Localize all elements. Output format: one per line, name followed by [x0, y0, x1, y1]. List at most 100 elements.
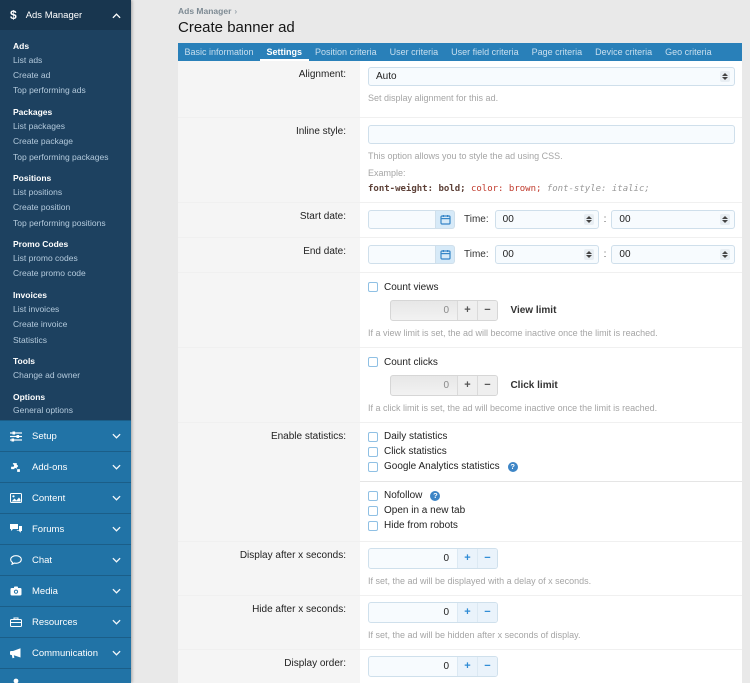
settings-form: Alignment: Auto Set display alignment fo…	[178, 61, 742, 683]
sidebar-item-list-positions[interactable]: List positions	[13, 184, 118, 199]
click-limit-decrement-button[interactable]: −	[477, 376, 497, 395]
inline-style-input[interactable]	[368, 125, 735, 144]
daily-statistics-checkbox[interactable]: Daily statistics	[368, 429, 735, 444]
inline-style-example-label: Example:	[368, 168, 406, 178]
click-limit-increment-button[interactable]: +	[457, 376, 477, 395]
sidebar-section-heading-packages: Packages	[13, 107, 53, 118]
sidebar-item-label: Resources	[32, 616, 78, 628]
google-analytics-statistics-checkbox[interactable]: Google Analytics statistics?	[368, 459, 735, 474]
tab-position-criteria[interactable]: Position criteria	[309, 43, 384, 61]
click-limit-spinner[interactable]: 0 + −	[390, 375, 498, 396]
sidebar-item-list-promo-codes[interactable]: List promo codes	[13, 250, 118, 265]
display-after-decrement-button[interactable]: −	[477, 549, 497, 568]
sidebar-header-ads-manager[interactable]: $ Ads Manager	[0, 0, 131, 30]
count-clicks-label: Count clicks	[384, 356, 438, 368]
sidebar-item-create-ad[interactable]: Create ad	[13, 67, 118, 82]
view-limit-label: View limit	[510, 305, 557, 317]
sidebar-item-partial[interactable]	[0, 668, 131, 683]
sidebar-item-add-ons[interactable]: Add-ons	[0, 451, 131, 482]
inline-style-label: Inline style:	[178, 118, 360, 202]
nofollow-checkbox[interactable]: Nofollow?	[368, 488, 735, 503]
click-statistics-checkbox[interactable]: Click statistics	[368, 444, 735, 459]
hide-after-decrement-button[interactable]: −	[477, 603, 497, 622]
end-hour-select[interactable]: 00	[494, 245, 599, 264]
display-order-spinner[interactable]: 0 + −	[368, 656, 498, 677]
statistics-checkbox-group: Daily statistics Click statistics Google A…	[368, 429, 735, 474]
sidebar-item-list-invoices[interactable]: List invoices	[13, 301, 118, 316]
start-minute-select[interactable]: 00	[611, 210, 735, 229]
sidebar-item-top-performing-packages[interactable]: Top performing packages	[13, 149, 118, 164]
start-date-input[interactable]	[368, 210, 436, 229]
nofollow-label: Nofollow	[384, 490, 423, 501]
sidebar-item-list-ads[interactable]: List ads	[13, 52, 118, 67]
start-hour-select[interactable]: 00	[494, 210, 599, 229]
sidebar-item-communication[interactable]: Communication	[0, 637, 131, 668]
count-views-row: Count views 0 + − View limit If a view l…	[178, 272, 742, 347]
start-time-label: Time:	[464, 214, 489, 225]
display-order-label: Display order:	[178, 650, 360, 683]
sidebar-item-statistics[interactable]: Statistics	[13, 332, 118, 347]
click-limit-value: 0	[443, 380, 449, 391]
sidebar-item-forums[interactable]: Forums	[0, 513, 131, 544]
display-order-decrement-button[interactable]: −	[477, 657, 497, 676]
view-limit-increment-button[interactable]: +	[457, 301, 477, 320]
tab-page-criteria[interactable]: Page criteria	[525, 43, 589, 61]
count-views-checkbox[interactable]: Count views	[368, 280, 438, 295]
sidebar-item-create-invoice[interactable]: Create invoice	[13, 317, 118, 332]
hide-after-increment-button[interactable]: +	[457, 603, 477, 622]
display-after-increment-button[interactable]: +	[457, 549, 477, 568]
display-after-label: Display after x seconds:	[178, 542, 360, 595]
start-hour-value: 00	[502, 214, 514, 225]
enable-statistics-row: Enable statistics: Daily statistics Click…	[178, 422, 742, 541]
help-icon[interactable]: ?	[430, 490, 441, 501]
tab-user-criteria[interactable]: User criteria	[383, 43, 445, 61]
sidebar-item-top-performing-positions[interactable]: Top performing positions	[13, 215, 118, 230]
sidebar: $ Ads Manager Ads List ads Create ad Top pe…	[0, 0, 131, 683]
tab-settings[interactable]: Settings	[260, 43, 309, 61]
display-after-row: Display after x seconds: 0 + − If set, t…	[178, 541, 742, 595]
sidebar-item-change-ad-owner[interactable]: Change ad owner	[13, 367, 118, 382]
hide-after-spinner[interactable]: 0 + −	[368, 602, 498, 623]
end-date-label: End date:	[178, 238, 360, 272]
code-italic-segment: font-style: italic;	[546, 184, 650, 194]
end-minute-select[interactable]: 00	[611, 245, 735, 264]
display-after-spinner[interactable]: 0 + −	[368, 548, 498, 569]
sidebar-item-create-package[interactable]: Create package	[13, 134, 118, 149]
sidebar-item-label: Media	[32, 585, 58, 597]
daily-statistics-label: Daily statistics	[384, 431, 448, 442]
sidebar-item-resources[interactable]: Resources	[0, 606, 131, 637]
breadcrumb-item[interactable]: Ads Manager	[178, 6, 231, 16]
open-in-a-new-tab-checkbox[interactable]: Open in a new tab	[368, 503, 735, 518]
calendar-icon[interactable]	[436, 210, 455, 229]
sidebar-item-create-position[interactable]: Create position	[13, 200, 118, 215]
sidebar-item-content[interactable]: Content	[0, 482, 131, 513]
comments-icon	[10, 524, 24, 534]
display-order-increment-button[interactable]: +	[457, 657, 477, 676]
hide-after-row: Hide after x seconds: 0 + − If set, the …	[178, 595, 742, 649]
tab-user-field-criteria[interactable]: User field criteria	[445, 43, 526, 61]
tab-device-criteria[interactable]: Device criteria	[589, 43, 659, 61]
select-stepper-icon	[583, 214, 594, 225]
chevron-down-icon	[112, 619, 121, 625]
sidebar-item-list-packages[interactable]: List packages	[13, 118, 118, 133]
sidebar-item-chat[interactable]: Chat	[0, 544, 131, 575]
sidebar-item-top-performing-ads[interactable]: Top performing ads	[13, 83, 118, 98]
sidebar-item-setup[interactable]: Setup	[0, 420, 131, 451]
help-icon[interactable]: ?	[507, 461, 518, 472]
breadcrumb[interactable]: Ads Manager ›	[178, 6, 750, 16]
sidebar-item-general-options[interactable]: General options	[13, 403, 118, 418]
start-minute-value: 00	[619, 214, 631, 225]
hide-from-robots-checkbox[interactable]: Hide from robots	[368, 518, 735, 533]
view-limit-spinner[interactable]: 0 + −	[390, 300, 498, 321]
count-clicks-checkbox[interactable]: Count clicks	[368, 355, 438, 370]
end-date-input[interactable]	[368, 245, 436, 264]
calendar-icon[interactable]	[436, 245, 455, 264]
sidebar-section-heading-options: Options	[13, 391, 46, 402]
sidebar-item-media[interactable]: Media	[0, 575, 131, 606]
chevron-down-icon	[112, 495, 121, 501]
sidebar-item-create-promo-code[interactable]: Create promo code	[13, 266, 118, 281]
view-limit-decrement-button[interactable]: −	[477, 301, 497, 320]
alignment-select[interactable]: Auto	[368, 67, 735, 86]
tab-basic-information[interactable]: Basic information	[178, 43, 260, 61]
tab-geo-criteria[interactable]: Geo criteria	[659, 43, 719, 61]
